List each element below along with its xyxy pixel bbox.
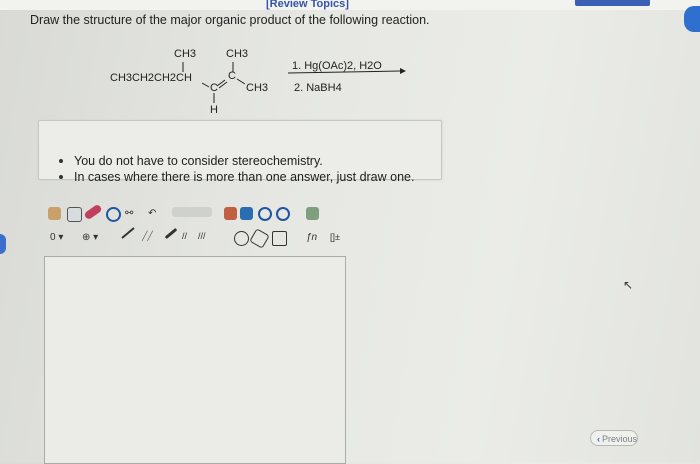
fn-label: ƒn [306,232,318,243]
reagent-step-1: 1. Hg(OAc)2, H2O [292,60,382,72]
methyl-end: CH3 [246,82,269,94]
chevron-left-icon: ‹ [597,434,600,444]
review-topics-link[interactable]: [Review Topics] [266,0,349,10]
function-icon[interactable]: ƒn [306,231,326,244]
alkene-carbon-left: C [210,82,218,94]
instruction-item: You do not have to consider stereochemis… [57,154,414,168]
hash-bond-icon[interactable]: ╱╱ [142,231,158,244]
zoom-in-icon[interactable] [258,207,272,221]
template-icon[interactable] [172,207,212,217]
drawing-canvas[interactable] [44,256,346,464]
chain-icon[interactable]: ⚯ [125,207,145,220]
triple-bond-icon[interactable]: /// [198,231,212,244]
clean-icon[interactable] [224,207,237,220]
reagent-step-2: 2. NaBH4 [294,82,342,94]
ring-icon[interactable] [234,231,249,246]
plus-charge-selector[interactable]: ⊕ ▾ [82,231,104,244]
methyl-right: CH3 [226,48,249,60]
double-bond-icon[interactable]: // [182,231,196,244]
hand-tool-icon[interactable] [48,207,61,220]
alkyl-chain: CH3CH2CH2CH [110,72,192,84]
lock-icon[interactable] [67,207,82,222]
charge-label: 0 [50,232,56,243]
single-bond-icon[interactable] [121,227,135,239]
instructions-box: You do not have to consider stereochemis… [38,120,442,184]
undo-icon[interactable]: ↶ [148,207,161,220]
pentagon-icon[interactable] [272,231,287,246]
references-tab[interactable] [575,0,650,6]
bracket-label: []± [330,232,340,242]
copy-icon[interactable] [240,207,253,220]
zoom-out-icon[interactable] [276,207,290,221]
previous-label: Previous [602,434,638,444]
hydrogen-atom: H [210,104,218,116]
reaction-scheme: CH3 CH3 CH3CH2CH2CH C C CH3 H 1. Hg(OAc)… [110,46,430,124]
side-panel-tab[interactable] [684,6,700,32]
reaction-bonds [182,62,406,103]
instruction-text: You do not have to consider stereochemis… [74,154,323,168]
charge-selector[interactable]: 0 ▾ [50,231,70,244]
eraser-icon[interactable] [83,203,103,221]
plus-label: ⊕ [82,232,91,243]
question-text: Draw the structure of the major organic … [30,13,430,27]
left-edge-tab[interactable] [0,234,6,254]
previous-button[interactable]: ‹ Previous [590,430,638,446]
atom-map-icon[interactable] [106,207,121,222]
instruction-item: In cases where there is more than one an… [57,170,414,184]
drawing-toolbar: ⚯ ↶ 0 ▾ ⊕ ▾ ╱╱ // /// ƒn []± [44,203,350,249]
instruction-text: In cases where there is more than one an… [74,170,415,184]
hexagon-icon[interactable] [249,228,270,249]
bracket-icon[interactable]: []± [330,231,350,244]
wedge-bond-icon[interactable] [164,227,178,240]
3d-view-icon[interactable] [306,207,319,220]
mouse-cursor-icon: ↖ [623,278,634,292]
methyl-left: CH3 [174,48,197,60]
alkene-carbon-right: C [228,70,236,82]
